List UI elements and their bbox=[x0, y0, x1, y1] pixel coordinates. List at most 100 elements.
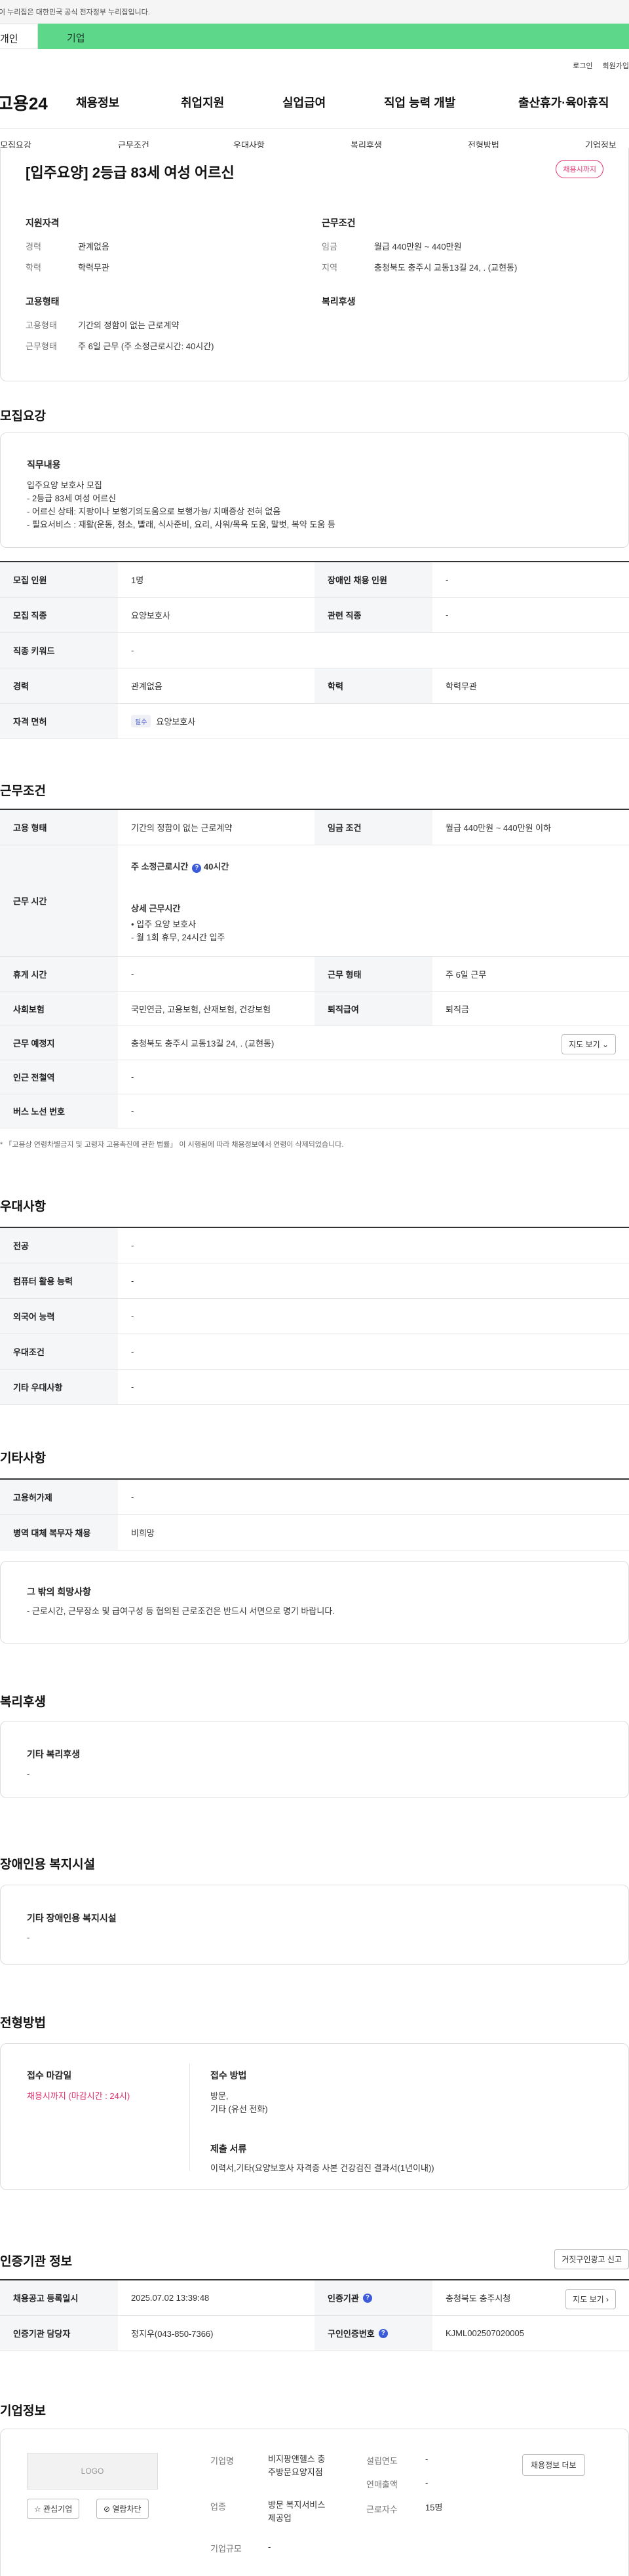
row-key: 장애인 채용 인원 bbox=[314, 562, 432, 597]
row-key: 컴퓨터 활용 능력 bbox=[0, 1263, 118, 1298]
row-key: 퇴직급여 bbox=[314, 992, 432, 1026]
area-value: 충청북도 충주시 교동13길 24, . (교현동) bbox=[374, 263, 518, 273]
area-label: 지역 bbox=[322, 263, 337, 273]
row-key: 휴게 시간 bbox=[0, 957, 118, 991]
selection-box: 접수 마감일 채용시까지 (마감시간 : 24시) 접수 방법 방문, 기타 (… bbox=[0, 2043, 629, 2190]
row-key: 고용허가제 bbox=[0, 1480, 118, 1514]
method-value: 방문, 기타 (유선 전화) bbox=[210, 2091, 268, 2114]
row-value: KJML002507020005 bbox=[446, 2328, 524, 2338]
row-value: 국민연금, 고용보험, 산재보험, 건강보험 bbox=[131, 1005, 271, 1014]
docs-heading: 제출 서류 bbox=[210, 2143, 247, 2154]
welfare-text: - bbox=[27, 1769, 30, 1778]
row-value: - bbox=[131, 1276, 134, 1286]
row-value: 학력무관 bbox=[446, 682, 477, 691]
disabled-box-heading: 기타 장애인용 복지시설 bbox=[27, 1913, 117, 1923]
duty-text: 입주요양 보호사 모집 - 2등급 83세 여성 어르신 - 어르신 상태: 지… bbox=[27, 480, 335, 529]
row-value: - bbox=[131, 1240, 134, 1250]
company-section-title: 기업정보 bbox=[0, 2404, 46, 2418]
table-row: 우대조건 - bbox=[0, 1334, 629, 1370]
row-key: 근무 예정지 bbox=[0, 1026, 118, 1060]
welfare-section-title: 복리후생 bbox=[0, 1695, 46, 1709]
row-value: - bbox=[446, 610, 449, 620]
agency-map-button[interactable]: 지도 보기 › bbox=[565, 2289, 616, 2309]
row-value: 정지우(043-850-7366) bbox=[131, 2329, 214, 2339]
table-row: 외국어 능력 - bbox=[0, 1299, 629, 1334]
table-row: 인증기관 담당자 정지우(043-850-7366) 구인인증번호? KJML0… bbox=[0, 2316, 629, 2351]
gnb-item-employment-support[interactable]: 취업지원 bbox=[181, 94, 282, 111]
company-size-label: 기업규모 bbox=[210, 2544, 242, 2554]
license-value: 필수 요양보호사 bbox=[131, 704, 195, 739]
hours-detail-heading: 상세 근무시간 bbox=[131, 904, 181, 913]
report-button[interactable]: 거짓구인광고 신고 bbox=[554, 2249, 629, 2269]
gnb-item-unemployment-benefit[interactable]: 실업급여 bbox=[282, 94, 384, 111]
table-row: 경력 관계없음 학력 학력무관 bbox=[0, 668, 629, 704]
global-nav: 고용24 채용정보 취업지원 실업급여 직업 능력 개발 출산휴가·육아휴직 bbox=[0, 90, 629, 114]
gnb-item-parental-leave[interactable]: 출산휴가·육아휴직 bbox=[518, 94, 609, 111]
table-row: 근무 예정지 충청북도 충주시 교동13길 24, . (교현동) 지도 보기 … bbox=[0, 1026, 629, 1060]
more-jobs-button[interactable]: 채용정보 더보 bbox=[522, 2454, 585, 2476]
gnb-item-jobs[interactable]: 채용정보 bbox=[76, 94, 181, 111]
emp-type-label: 고용형태 bbox=[26, 320, 57, 330]
work-form-label: 근무형태 bbox=[26, 341, 57, 351]
row-value: 월급 440만원 ~ 440만원 이하 bbox=[446, 823, 552, 833]
row-value: 관계없음 bbox=[131, 682, 162, 691]
table-row: 컴퓨터 활용 능력 - bbox=[0, 1263, 629, 1299]
gnb-menu: 채용정보 취업지원 실업급여 직업 능력 개발 출산휴가·육아휴직 bbox=[76, 94, 609, 111]
row-key: 자격 면허 bbox=[0, 704, 118, 739]
tab-personal[interactable]: 개인 bbox=[0, 24, 38, 49]
tab-company[interactable]: 기업 bbox=[38, 24, 629, 49]
row-key: 버스 노선 번호 bbox=[0, 1094, 118, 1128]
preferred-table: 전공 - 컴퓨터 활용 능력 - 외국어 능력 - 우대조건 - 기타 우대사항… bbox=[0, 1227, 629, 1405]
disabled-section-title: 장애인용 복지시설 bbox=[0, 1858, 96, 1872]
founded-value: - bbox=[425, 2454, 429, 2464]
deadline-heading: 접수 마감일 bbox=[27, 2070, 72, 2081]
help-icon[interactable]: ? bbox=[378, 2328, 388, 2338]
etc-table: 고용허가제 - 병역 대체 복무자 채용 비희망 bbox=[0, 1478, 629, 1550]
interest-company-button[interactable]: ☆ 관심기업 bbox=[27, 2499, 80, 2519]
conditions-table: 고용 형태 기간의 정함이 없는 근로계약 임금 조건 월급 440만원 ~ 4… bbox=[0, 809, 629, 1128]
row-value: 퇴직금 bbox=[446, 1005, 469, 1014]
row-value: 충청북도 충주시 교동13길 24, . (교현동) bbox=[131, 1039, 275, 1048]
top-tabs: 개인 기업 bbox=[0, 24, 629, 49]
row-value: - bbox=[131, 1382, 134, 1392]
map-button[interactable]: 지도 보기 ⌄ bbox=[562, 1034, 616, 1054]
utility-links: 로그인 회원가입 bbox=[565, 60, 629, 71]
signup-link[interactable]: 회원가입 bbox=[603, 62, 629, 70]
method-heading: 접수 방법 bbox=[210, 2070, 247, 2081]
table-row: 버스 노선 번호 - bbox=[0, 1094, 629, 1128]
table-row: 직종 키워드 - bbox=[0, 633, 629, 668]
row-value: - bbox=[446, 575, 449, 585]
row-key: 우대조건 bbox=[0, 1334, 118, 1369]
row-key: 모집 직종 bbox=[0, 598, 118, 632]
welfare-box-heading: 기타 복리후생 bbox=[27, 1749, 81, 1759]
site-logo[interactable]: 고용24 bbox=[0, 90, 76, 115]
help-icon[interactable]: ? bbox=[362, 2293, 372, 2303]
row-value: - bbox=[131, 645, 134, 655]
career-label: 경력 bbox=[26, 242, 41, 252]
row-key: 직종 키워드 bbox=[0, 633, 118, 668]
wish-text: - 근로시간, 근무장소 및 급여구성 등 협의된 근로조건은 반드시 서면으로… bbox=[27, 1606, 335, 1616]
table-row: 모집 인원 1명 장애인 채용 인원 - bbox=[0, 562, 629, 598]
gnb-item-vocational-training[interactable]: 직업 능력 개발 bbox=[384, 94, 518, 111]
row-value: 기간의 정함이 없는 근로계약 bbox=[131, 823, 233, 833]
row-value: 요양보호사 bbox=[131, 611, 170, 621]
table-row: 근무 시간 주 소정근로시간? 40시간 상세 근무시간 • 입주 요양 보호사… bbox=[0, 845, 629, 957]
weekly-hours-value: 40시간 bbox=[203, 862, 229, 872]
login-link[interactable]: 로그인 bbox=[573, 62, 592, 70]
row-value: 1명 bbox=[131, 575, 144, 585]
table-row: 자격 면허 필수 요양보호사 bbox=[0, 704, 629, 739]
agency-section-title: 인증기관 정보 bbox=[0, 2255, 73, 2269]
row-value: 충청북도 충주시청 bbox=[446, 2294, 511, 2303]
table-row: 병역 대체 복무자 채용 비희망 bbox=[0, 1515, 629, 1550]
row-value: - bbox=[131, 1492, 134, 1502]
block-view-button[interactable]: ⊘ 열람차단 bbox=[96, 2499, 149, 2519]
help-icon[interactable]: ? bbox=[192, 864, 202, 873]
row-value: 주 6일 근무 bbox=[446, 970, 487, 980]
row-key: 외국어 능력 bbox=[0, 1299, 118, 1334]
row-key: 학력 bbox=[314, 668, 432, 703]
age-law-note: * 「고용상 연령차별금지 및 고령자 고용촉진에 관한 법률」 이 시행됨에 … bbox=[0, 1141, 344, 1149]
recruit-section-title: 모집요강 bbox=[0, 410, 46, 423]
emp-type-value: 기간의 정함이 없는 근로계약 bbox=[78, 320, 180, 330]
sales-label: 연매출액 bbox=[366, 2480, 398, 2489]
wage-label: 임금 bbox=[322, 242, 337, 252]
